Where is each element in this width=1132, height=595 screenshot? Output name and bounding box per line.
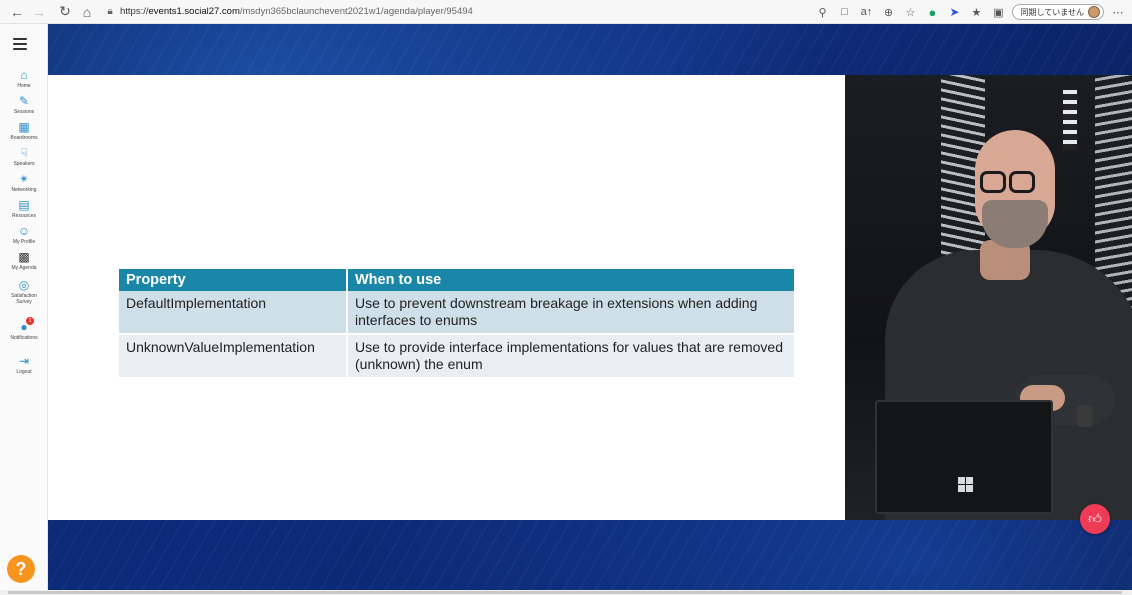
profile-icon: ☺ — [17, 224, 31, 238]
zoom-icon[interactable]: ⊕ — [880, 4, 896, 20]
profile-sync-button[interactable]: 同期していません — [1012, 4, 1104, 20]
surface-laptop — [875, 400, 1053, 514]
more-menu-icon[interactable]: ⋯ — [1110, 4, 1126, 20]
sidebar-item-my-profile[interactable]: ☺ My Profile — [0, 224, 48, 245]
collections-icon[interactable]: ▣ — [990, 4, 1006, 20]
back-arrow-icon[interactable]: ← — [6, 1, 28, 23]
scrollbar-thumb[interactable] — [8, 591, 1122, 594]
extension-green-icon[interactable]: ● — [924, 4, 940, 20]
browser-extensions: ⚲ □ a↑ ⊕ ☆ ● ➤ ★ ▣ 同期していません ⋯ — [814, 0, 1126, 24]
search-icon[interactable]: ⚲ — [814, 4, 830, 20]
sidebar-item-resources[interactable]: ▤ Resources — [0, 198, 48, 219]
sidebar-item-satisfaction-survey[interactable]: ◎ Satisfaction Survey — [0, 278, 48, 305]
horizontal-scrollbar[interactable] — [0, 590, 1132, 595]
lock-icon: 🔒︎ — [107, 6, 113, 17]
extension-blue-icon[interactable]: ➤ — [946, 4, 962, 20]
presenter-glasses — [1009, 171, 1035, 193]
agenda-icon: ▩ — [18, 250, 30, 264]
table-cell-when-to-use: Use to provide interface implementations… — [347, 334, 794, 379]
resources-icon: ▤ — [18, 198, 30, 212]
sidebar-item-label: Networking — [11, 187, 37, 193]
like-button[interactable]: 👍︎ — [1080, 504, 1110, 534]
table-row: DefaultImplementation Use to prevent dow… — [119, 291, 794, 335]
background-light-strip — [1063, 90, 1077, 150]
browser-toolbar: ← → ↻ ⌂ 🔒︎ https://events1.social27.com/… — [0, 0, 1132, 24]
help-button[interactable]: ? — [7, 555, 35, 583]
presenter-video[interactable] — [845, 75, 1132, 520]
windows-logo-icon — [958, 477, 973, 492]
sidebar-item-label: Home — [17, 83, 31, 89]
url-path: /msdyn365bclaunchevent2021w1/agenda/play… — [239, 6, 473, 17]
notification-count-badge: 1 — [26, 317, 34, 325]
sidebar-item-label: Satisfaction Survey — [11, 293, 37, 305]
sidebar-item-sessions[interactable]: ✎ Sessions — [0, 94, 48, 115]
sidebar-item-networking[interactable]: ✴ Networking — [0, 172, 48, 193]
survey-icon: ◎ — [18, 278, 30, 292]
networking-icon: ✴ — [18, 172, 30, 186]
favorite-add-icon[interactable]: ☆ — [902, 4, 918, 20]
session-player: Property When to use DefaultImplementati… — [48, 24, 1132, 590]
reader-view-icon[interactable]: □ — [836, 4, 852, 20]
speaker-icon: ☟ — [20, 146, 28, 160]
sidebar-item-home[interactable]: ⌂ Home — [0, 68, 48, 89]
slide-table: Property When to use DefaultImplementati… — [119, 269, 794, 379]
sidebar-item-label: Notifications — [10, 335, 38, 341]
table-cell-when-to-use: Use to prevent downstream breakage in ex… — [347, 291, 794, 335]
url-prefix: https:// — [120, 6, 149, 17]
sidebar-item-label: Logout — [16, 369, 32, 375]
table-header-row: Property When to use — [119, 269, 794, 291]
table-cell-property: UnknownValueImplementation — [119, 334, 348, 379]
forward-arrow-icon[interactable]: → — [28, 1, 50, 23]
sidebar-item-label: Resources — [12, 213, 36, 219]
thumbs-up-icon: 👍︎ — [1088, 511, 1102, 526]
presenter-glasses — [980, 171, 1006, 193]
sidebar-item-my-agenda[interactable]: ▩ My Agenda — [0, 250, 48, 271]
url-host: events1.social27.com — [148, 6, 240, 17]
url-text[interactable]: https://events1.social27.com/msdyn365bcl… — [120, 6, 473, 17]
hamburger-menu-icon[interactable] — [13, 38, 27, 50]
home-icon: ⌂ — [20, 68, 28, 82]
sidebar-item-logout[interactable]: ⇥ Logout — [0, 354, 48, 375]
sidebar-item-label: Boardrooms — [10, 135, 38, 141]
column-header-when-to-use: When to use — [347, 269, 794, 291]
presentation-slide: Property When to use DefaultImplementati… — [48, 75, 845, 520]
read-aloud-icon[interactable]: a↑ — [858, 4, 874, 20]
table-row: UnknownValueImplementation Use to provid… — [119, 334, 794, 379]
sidebar-item-label: Sessions — [13, 109, 35, 115]
avatar — [1088, 6, 1100, 18]
sidebar-item-label: My Profile — [12, 239, 36, 245]
logout-icon: ⇥ — [18, 354, 30, 368]
sidebar-item-label: Speakers — [13, 161, 35, 167]
favorites-icon[interactable]: ★ — [968, 4, 984, 20]
sidebar-item-label: My Agenda — [11, 265, 37, 271]
wristwatch — [1077, 405, 1093, 427]
boardroom-icon: ▦ — [18, 120, 30, 134]
sync-label: 同期していません — [1020, 7, 1084, 17]
home-icon[interactable]: ⌂ — [76, 1, 98, 23]
presenter-beard — [982, 200, 1048, 248]
sidebar-item-speakers[interactable]: ☟ Speakers — [0, 146, 48, 167]
sidebar-item-notifications[interactable]: ● 1 Notifications — [0, 317, 48, 341]
column-header-property: Property — [119, 269, 348, 291]
refresh-icon[interactable]: ↻ — [54, 1, 76, 23]
sidebar-item-boardrooms[interactable]: ▦ Boardrooms — [0, 120, 48, 141]
pen-icon: ✎ — [18, 94, 30, 108]
table-cell-property: DefaultImplementation — [119, 291, 348, 335]
address-bar[interactable]: 🔒︎ https://events1.social27.com/msdyn365… — [102, 2, 762, 22]
event-sidebar: ⌂ Home ✎ Sessions ▦ Boardrooms ☟ Speaker… — [0, 24, 48, 590]
